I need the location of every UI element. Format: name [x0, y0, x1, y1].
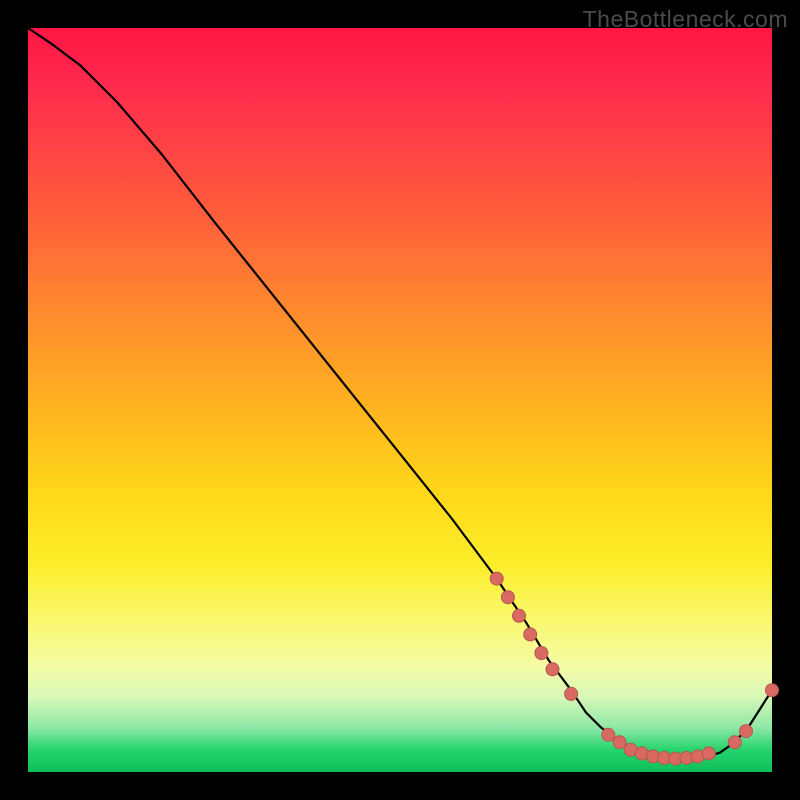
bottleneck-curve [28, 28, 772, 759]
curve-markers [490, 572, 778, 765]
marker-dot [513, 609, 526, 622]
marker-dot [535, 647, 548, 660]
marker-dot [613, 736, 626, 749]
marker-dot [490, 572, 503, 585]
marker-dot [728, 736, 741, 749]
marker-dot [565, 687, 578, 700]
marker-dot [602, 728, 615, 741]
curve-layer [28, 28, 772, 772]
marker-dot [702, 747, 715, 760]
marker-dot [766, 684, 779, 697]
chart-root: TheBottleneck.com [0, 0, 800, 800]
marker-dot [740, 725, 753, 738]
marker-dot [546, 663, 559, 676]
marker-dot [501, 591, 514, 604]
marker-dot [524, 628, 537, 641]
